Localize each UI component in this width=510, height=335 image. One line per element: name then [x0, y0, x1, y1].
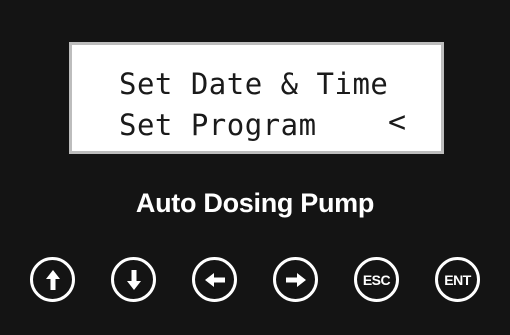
arrow-left-icon	[204, 272, 225, 287]
selection-cursor: <	[388, 105, 407, 140]
button-row: ESC ENT	[0, 257, 510, 307]
menu-item-set-date-time[interactable]: Set Date & Time	[119, 67, 388, 101]
right-button[interactable]	[273, 257, 318, 302]
arrow-down-icon	[126, 269, 141, 290]
arrow-up-icon	[45, 269, 60, 290]
esc-button[interactable]: ESC	[354, 257, 399, 302]
menu-item-set-program[interactable]: Set Program	[119, 108, 317, 142]
ent-button-label: ENT	[444, 271, 471, 288]
lcd-display: Set Date & Time Set Program <	[69, 42, 444, 154]
up-button[interactable]	[30, 257, 75, 302]
esc-button-label: ESC	[362, 271, 391, 288]
down-button[interactable]	[111, 257, 156, 302]
device-panel: Set Date & Time Set Program < Auto Dosin…	[0, 0, 510, 335]
left-button[interactable]	[192, 257, 237, 302]
device-label: Auto Dosing Pump	[135, 188, 375, 218]
arrow-right-icon	[285, 272, 306, 287]
ent-button[interactable]: ENT	[435, 257, 480, 302]
